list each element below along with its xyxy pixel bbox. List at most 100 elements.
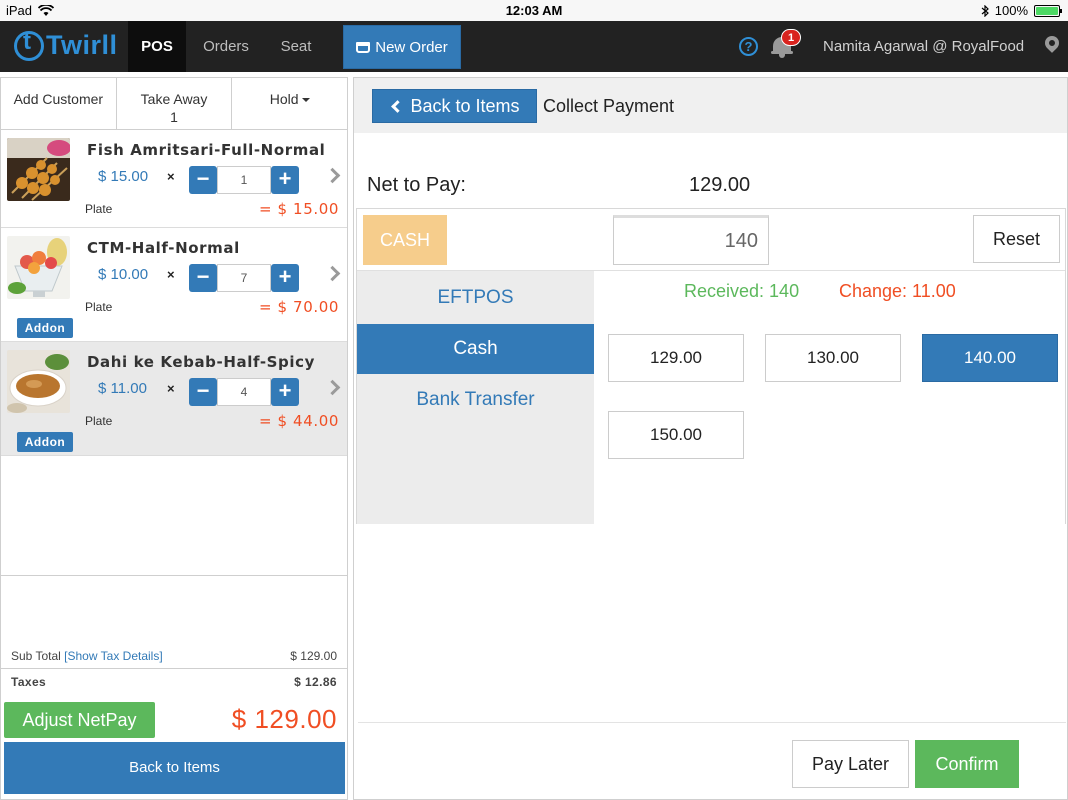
taxes-value: $ 12.86 — [294, 675, 337, 689]
top-nav: Twirll POS Orders Seat New Order ? 1 Nam… — [0, 21, 1068, 72]
item-price: $ 10.00 — [98, 266, 149, 283]
item-price: $ 11.00 — [98, 380, 147, 397]
increment-button[interactable]: + — [271, 264, 299, 292]
change-amount: Change: 11.00 — [839, 281, 956, 301]
item-unit: Plate — [85, 414, 113, 428]
chevron-left-icon — [391, 99, 405, 113]
order-item[interactable]: Dahi ke Kebab-Half-Spicy $ 11.00 × − 4 +… — [1, 342, 347, 456]
net-to-pay-label: Net to Pay: — [367, 174, 466, 196]
food-thumbnail — [7, 138, 70, 201]
order-panel: Add Customer Take Away 1 Hold Fish Amrit… — [0, 77, 348, 800]
take-away-label: Take Away — [140, 91, 208, 107]
location-pin-icon[interactable] — [1042, 33, 1062, 53]
back-to-items-header-button[interactable]: Back to Items — [372, 89, 537, 123]
new-order-button[interactable]: New Order — [343, 25, 461, 69]
item-unit: Plate — [85, 300, 113, 314]
add-customer-label: Add Customer — [13, 91, 104, 107]
item-name: Fish Amritsari-Full-Normal — [87, 141, 326, 159]
payment-box: CASH Reset EFTPOS Cash Bank Transfer Rec… — [356, 208, 1066, 524]
app-logo: Twirll — [14, 28, 118, 61]
user-name[interactable]: Namita Agarwal @ RoyalFood — [823, 21, 1024, 72]
method-bank-transfer[interactable]: Bank Transfer — [357, 375, 594, 425]
take-away-count: 1 — [170, 109, 178, 125]
received-amount: Received: 140 — [684, 281, 800, 301]
quantity-input[interactable]: 4 — [217, 378, 271, 406]
adjust-netpay-button[interactable]: Adjust NetPay — [4, 702, 155, 738]
take-away-button[interactable]: Take Away 1 — [117, 78, 233, 129]
addon-button[interactable]: Addon — [17, 318, 73, 338]
subtotal-label: Sub Total [Show Tax Details] — [11, 649, 163, 663]
item-line-total: = $ 70.00 — [259, 298, 339, 316]
pay-later-button[interactable]: Pay Later — [792, 740, 909, 788]
food-thumbnail — [7, 236, 70, 299]
order-items-list: Fish Amritsari-Full-Normal $ 15.00 × − 1… — [1, 130, 347, 576]
quick-amount-button[interactable]: 150.00 — [608, 411, 744, 459]
back-to-items-button[interactable]: Back to Items — [4, 742, 345, 794]
hold-label: Hold — [269, 91, 299, 107]
cash-options: Received: 140 Change: 11.00 129.00 130.0… — [594, 271, 1065, 524]
confirm-button[interactable]: Confirm — [915, 740, 1019, 788]
cart-icon — [356, 41, 371, 53]
battery-icon — [1034, 4, 1062, 17]
quantity-stepper: − 7 + — [189, 264, 299, 292]
increment-button[interactable]: + — [271, 378, 299, 406]
tab-seat[interactable]: Seat — [266, 21, 326, 72]
add-customer-button[interactable]: Add Customer — [1, 78, 117, 129]
notification-badge: 1 — [781, 29, 801, 46]
show-tax-details-link[interactable]: [Show Tax Details] — [64, 649, 163, 663]
times-symbol: × — [167, 267, 175, 282]
order-item[interactable]: Fish Amritsari-Full-Normal $ 15.00 × − 1… — [1, 130, 347, 228]
payment-type-tag: CASH — [363, 215, 447, 265]
back-to-items-label: Back to Items — [410, 95, 520, 116]
tab-pos[interactable]: POS — [128, 21, 186, 72]
quantity-input[interactable]: 7 — [217, 264, 271, 292]
method-eftpos[interactable]: EFTPOS — [357, 273, 594, 323]
quick-amount-button[interactable]: 129.00 — [608, 334, 744, 382]
food-thumbnail — [7, 350, 70, 413]
item-name: CTM-Half-Normal — [87, 239, 240, 257]
tab-orders[interactable]: Orders — [190, 21, 262, 72]
help-icon[interactable]: ? — [739, 37, 758, 56]
increment-button[interactable]: + — [271, 166, 299, 194]
logo-mark-icon — [14, 28, 44, 61]
reset-button[interactable]: Reset — [973, 215, 1060, 263]
decrement-button[interactable]: − — [189, 166, 217, 194]
item-name: Dahi ke Kebab-Half-Spicy — [87, 353, 315, 371]
hold-dropdown[interactable]: Hold — [232, 78, 347, 129]
payment-header: Back to Items Collect Payment — [354, 78, 1067, 133]
payment-methods: EFTPOS Cash Bank Transfer — [357, 271, 594, 524]
method-cash[interactable]: Cash — [357, 324, 594, 374]
quantity-stepper: − 4 + — [189, 378, 299, 406]
status-bar: iPad 12:03 AM 100% — [0, 0, 1068, 21]
chevron-right-icon[interactable] — [324, 265, 341, 282]
chevron-right-icon[interactable] — [324, 167, 341, 184]
chevron-right-icon[interactable] — [324, 379, 341, 396]
payment-entry-row: CASH Reset — [357, 209, 1065, 271]
net-to-pay-value: 129.00 — [689, 174, 751, 196]
addon-button[interactable]: Addon — [17, 432, 73, 452]
decrement-button[interactable]: − — [189, 264, 217, 292]
amount-input[interactable] — [613, 215, 769, 265]
quantity-input[interactable]: 1 — [217, 166, 271, 194]
grand-total: $ 129.00 — [231, 704, 337, 734]
decrement-button[interactable]: − — [189, 378, 217, 406]
payment-panel: Back to Items Collect Payment Net to Pay… — [353, 77, 1068, 800]
subtotal-text: Sub Total — [11, 649, 61, 663]
quantity-stepper: − 1 + — [189, 166, 299, 194]
order-options: Add Customer Take Away 1 Hold — [1, 78, 347, 130]
taxes-row: Taxes $ 12.86 — [1, 668, 347, 694]
item-price: $ 15.00 — [98, 168, 149, 185]
item-line-total: = $ 15.00 — [259, 200, 339, 218]
footer-divider — [358, 722, 1066, 723]
times-symbol: × — [167, 169, 175, 184]
subtotal-value: $ 129.00 — [290, 649, 337, 663]
times-symbol: × — [167, 381, 175, 396]
quick-amount-button-selected[interactable]: 140.00 — [922, 334, 1058, 382]
order-item[interactable]: CTM-Half-Normal $ 10.00 × − 7 + Plate = … — [1, 228, 347, 342]
item-line-total: = $ 44.00 — [259, 412, 339, 430]
quick-amount-button[interactable]: 130.00 — [765, 334, 901, 382]
logo-text: Twirll — [46, 30, 118, 60]
caret-down-icon — [301, 98, 310, 103]
new-order-label: New Order — [375, 38, 448, 56]
bluetooth-icon — [981, 4, 989, 17]
